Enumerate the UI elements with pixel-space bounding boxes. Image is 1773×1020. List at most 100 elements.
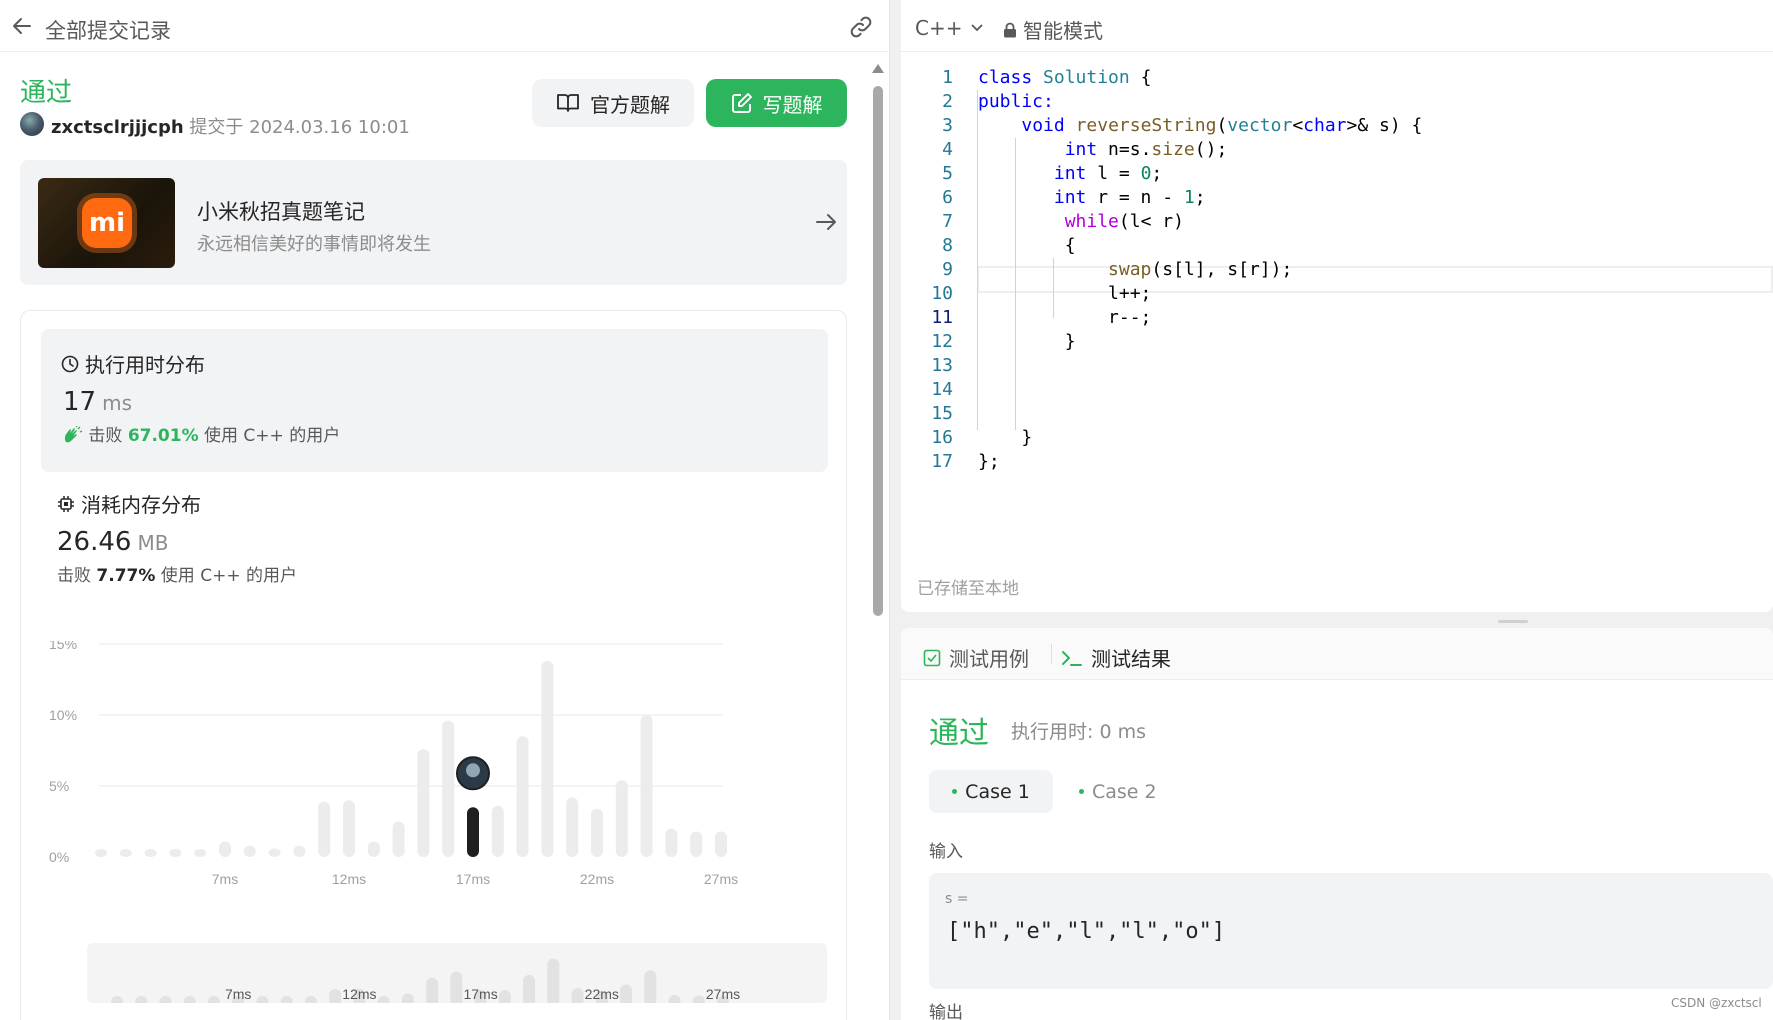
runtime-beat-pct: 67.01%: [127, 426, 199, 446]
edit-icon: [731, 93, 752, 113]
book-icon: [557, 94, 579, 112]
runtime-box[interactable]: 执行用时分布 17 ms 击败 67.01% 使用 C++ 的用户: [41, 329, 828, 472]
mini-bar: [329, 989, 342, 1003]
mini-bar: [304, 996, 317, 1003]
memory-beat-suffix: 使用 C++ 的用户: [160, 566, 297, 586]
code-line: 12 }: [931, 331, 1076, 352]
mini-x-tick-label: 12ms: [342, 986, 376, 1002]
bar: [665, 828, 678, 857]
bar: [566, 797, 579, 857]
y-tick-label: 5%: [49, 778, 69, 794]
bar: [541, 661, 554, 857]
bar: [293, 845, 306, 857]
x-tick-label: 27ms: [704, 871, 738, 887]
bar: [715, 831, 727, 857]
pass-dot: [952, 789, 958, 794]
bar: [318, 801, 331, 857]
highlight-bar: [467, 807, 479, 857]
note-thumbnail: mi: [38, 178, 175, 268]
note-card[interactable]: mi 小米秋招真题笔记 永远相信美好的事情即将发生: [20, 160, 847, 285]
bar: [119, 849, 132, 857]
scroll-up-icon[interactable]: [872, 64, 884, 73]
chart-range-selector[interactable]: 7ms 12ms 17ms 22ms 27ms: [87, 943, 827, 1003]
back-arrow-icon[interactable]: [10, 14, 34, 38]
bar: [591, 808, 603, 857]
runtime-unit: ms: [102, 391, 132, 415]
bar: [417, 749, 430, 857]
header-title[interactable]: 全部提交记录: [45, 15, 171, 45]
code-line: 9 swap(s[l], s[r]);: [942, 259, 1293, 280]
result-status: 通过: [929, 716, 989, 751]
username[interactable]: zxctsclrjjjcph: [51, 117, 184, 138]
mini-bar: [401, 993, 414, 1003]
mini-bar: [256, 996, 269, 1003]
code-line: 7 while(l< r): [942, 211, 1184, 232]
bar: [194, 849, 207, 857]
code-line: 10 l++;: [931, 283, 1152, 304]
memory-title: 消耗内存分布: [57, 489, 201, 518]
link-icon[interactable]: [848, 15, 874, 39]
memory-unit: MB: [137, 531, 169, 555]
x-tick-label: 12ms: [332, 871, 366, 887]
output-label: 输出: [929, 1003, 963, 1020]
code-line: 4 int n=s.size();: [942, 139, 1228, 160]
mini-bar: [377, 996, 390, 1003]
memory-beat: 击败 7.77% 使用 C++ 的用户: [57, 561, 297, 586]
case-2-tab[interactable]: Case 2: [1079, 770, 1157, 813]
code-line: 11 r--;: [931, 307, 1152, 328]
left-scrollbar[interactable]: [872, 62, 884, 1020]
y-tick-label: 10%: [49, 707, 77, 723]
code-line: 6 int r = n - 1;: [942, 187, 1206, 208]
official-solution-button[interactable]: 官方题解: [532, 79, 694, 127]
stats-card: 执行用时分布 17 ms 击败 67.01% 使用 C++ 的用户 消耗内存分布…: [20, 310, 847, 1020]
scrollbar-thumb[interactable]: [873, 86, 883, 616]
arrow-right-icon[interactable]: [813, 209, 839, 235]
mini-bar: [426, 977, 439, 1003]
runtime-number: 17: [63, 387, 97, 417]
code-line: 8 {: [942, 235, 1076, 256]
runtime-distribution-chart[interactable]: 15% 10% 5% 0% 7ms 12ms 17ms 22ms 27ms: [21, 641, 848, 911]
bar: [268, 848, 281, 857]
input-label: 输入: [929, 842, 963, 862]
mini-bar: [498, 989, 511, 1003]
tab-divider: [1051, 644, 1052, 664]
bar: [640, 715, 653, 857]
language-select[interactable]: C++: [915, 16, 984, 40]
x-tick-label: 7ms: [212, 871, 238, 887]
test-panel: 测试用例 测试结果 通过 执行用时: 0 ms Case 1 Case 2 输入…: [901, 628, 1773, 1020]
bar: [690, 831, 703, 857]
mode-select[interactable]: 智能模式: [1003, 15, 1103, 44]
panel-resize-handle[interactable]: [1498, 620, 1528, 623]
code-editor: C++ 智能模式 1 class Solution { 2 public: 3 vo…: [901, 0, 1773, 612]
avatar[interactable]: [20, 112, 44, 136]
x-tick-label: 17ms: [456, 871, 490, 887]
mini-x-tick-label: 27ms: [706, 986, 740, 1002]
mini-bar: [207, 996, 220, 1003]
mini-bar: [692, 995, 705, 1003]
clap-icon: [64, 425, 83, 443]
bar: [491, 805, 504, 857]
mini-chart: 7ms 12ms 17ms 22ms 27ms: [111, 958, 740, 1003]
memory-value: 26.46 MB: [57, 527, 168, 557]
runtime-beat: 击败 67.01% 使用 C++ 的用户: [63, 421, 340, 446]
write-solution-button[interactable]: 写题解: [706, 79, 847, 127]
note-title: 小米秋招真题笔记: [197, 200, 365, 224]
tab-test-result[interactable]: 测试结果: [1061, 643, 1171, 672]
tab-test-result-label: 测试结果: [1091, 647, 1171, 671]
bar: [392, 821, 405, 857]
tab-test-cases[interactable]: 测试用例: [923, 643, 1029, 672]
submission-meta: zxctsclrjjjcph 提交于 2024.03.16 10:01: [51, 113, 410, 139]
note-subtitle: 永远相信美好的事情即将发生: [197, 234, 431, 255]
mini-bar: [571, 988, 584, 1003]
avatar-face: [466, 763, 480, 778]
code-line: 1 class Solution {: [942, 67, 1152, 88]
submission-panel: 全部提交记录 通过 zxctsclrjjjcph 提交于 2024.03.16 …: [0, 0, 890, 1020]
memory-beat-pct: 7.77%: [96, 566, 156, 586]
case-1-tab[interactable]: Case 1: [929, 770, 1053, 813]
input-variable: s =: [945, 891, 969, 907]
mini-bar: [668, 994, 681, 1003]
tab-test-cases-label: 测试用例: [949, 647, 1029, 671]
memory-beat-prefix: 击败: [57, 566, 91, 586]
code-line: 14: [931, 379, 953, 400]
official-solution-label: 官方题解: [590, 92, 670, 117]
